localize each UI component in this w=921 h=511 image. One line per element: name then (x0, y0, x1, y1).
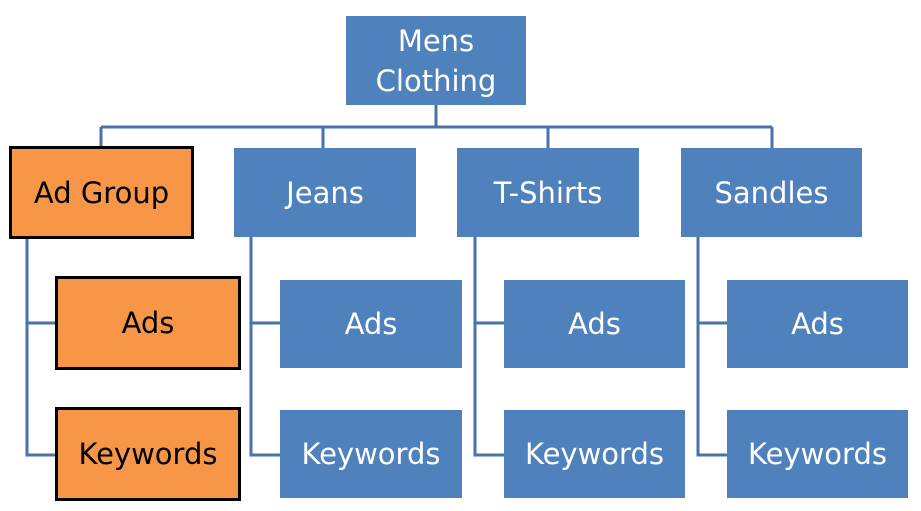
child-node-ads: Ads (727, 280, 908, 368)
group-node-ad-group: Ad Group (9, 146, 194, 239)
group-connector (473, 237, 504, 457)
child-node-keywords: Keywords (727, 410, 908, 498)
group-node-jeans: Jeans (234, 148, 416, 237)
child-node-keywords: Keywords (280, 410, 462, 498)
child-node-ads: Ads (504, 280, 685, 368)
group-connector (25, 239, 56, 457)
root-node: Mens Clothing (346, 16, 526, 105)
group-connector (696, 237, 727, 457)
child-node-keywords: Keywords (504, 410, 685, 498)
child-node-ads: Ads (55, 276, 241, 370)
group-node-t-shirts: T-Shirts (457, 148, 639, 237)
child-node-keywords: Keywords (55, 407, 241, 501)
group-connector (249, 237, 280, 457)
child-node-ads: Ads (280, 280, 462, 368)
group-node-sandles: Sandles (681, 148, 862, 237)
